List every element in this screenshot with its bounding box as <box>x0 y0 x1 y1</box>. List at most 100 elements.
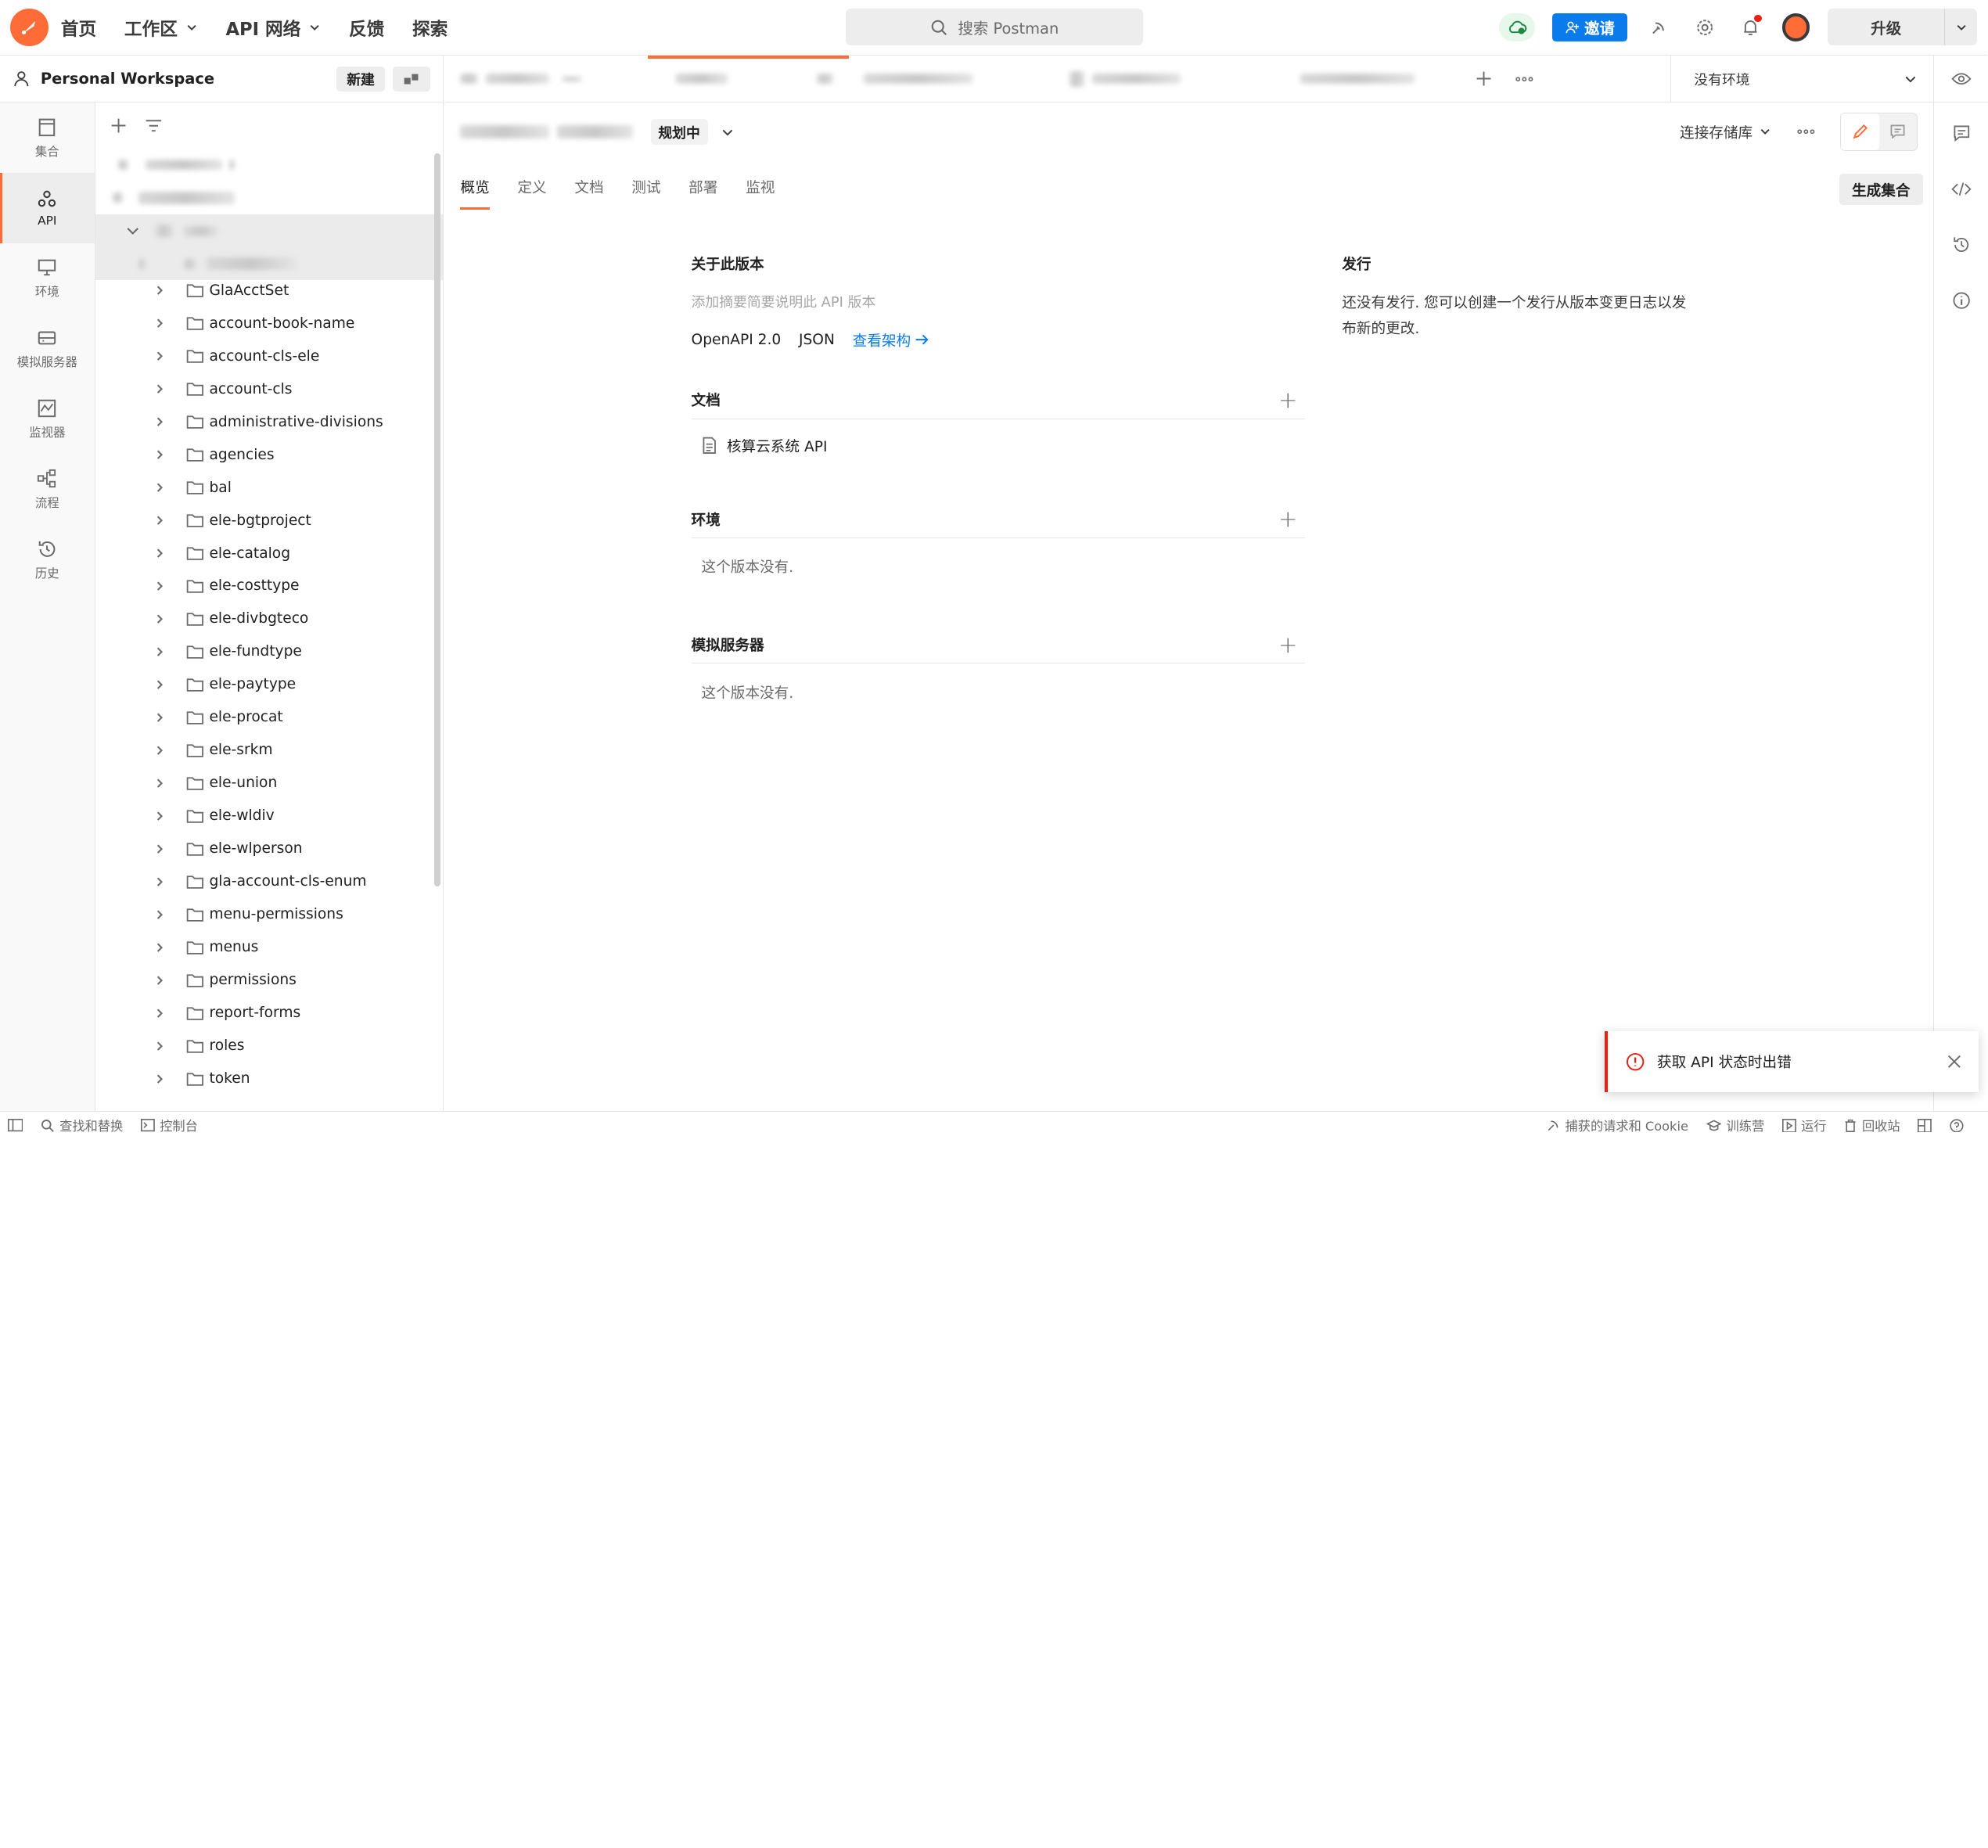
folder-item[interactable]: menus <box>95 931 444 964</box>
generate-collection-button[interactable]: 生成集合 <box>1839 174 1923 206</box>
tab-redacted[interactable] <box>1260 56 1465 102</box>
chevron-right-icon[interactable] <box>153 415 171 428</box>
subtab-item[interactable]: 概览 <box>460 176 490 210</box>
new-tab-plus-icon[interactable] <box>1470 65 1498 93</box>
sidebar-item-history[interactable]: 历史 <box>0 525 95 595</box>
subtab-item[interactable]: 测试 <box>631 176 660 197</box>
nav-api-network[interactable]: API 网络 <box>225 15 321 41</box>
subtab-item[interactable]: 定义 <box>517 176 546 197</box>
chevron-right-icon[interactable] <box>153 350 171 362</box>
invite-button[interactable]: 邀请 <box>1552 13 1628 41</box>
code-icon[interactable] <box>1933 161 1988 217</box>
sidebar-item-mock-server[interactable]: 模拟服务器 <box>0 314 95 384</box>
summary-placeholder[interactable]: 添加摘要简要说明此 API 版本 <box>692 291 1306 311</box>
tab-redacted[interactable] <box>849 56 1055 102</box>
sidebar-item-collections[interactable]: 集合 <box>0 102 95 173</box>
folder-item[interactable]: ele-srkm <box>95 734 444 767</box>
eye-icon[interactable] <box>1933 56 1988 103</box>
comments-icon[interactable] <box>1933 106 1988 161</box>
sidebar-item-environments[interactable]: 环境 <box>0 243 95 314</box>
chevron-right-icon[interactable] <box>153 514 171 527</box>
chevron-right-icon[interactable] <box>153 744 171 757</box>
gear-icon[interactable] <box>1691 13 1719 41</box>
folder-item[interactable]: ele-catalog <box>95 537 444 570</box>
tree-item-selected-redacted[interactable] <box>95 214 444 248</box>
layout-icon[interactable] <box>1918 1118 1932 1133</box>
folder-item[interactable]: ele-divbgteco <box>95 602 444 635</box>
chevron-right-icon[interactable] <box>153 547 171 559</box>
view-schema-link[interactable]: 查看架构 <box>853 329 929 351</box>
chevron-down-icon[interactable] <box>1944 9 1977 46</box>
sidebar-item-monitor[interactable]: 监视器 <box>0 384 95 455</box>
tree-filter-input[interactable] <box>145 112 430 140</box>
chevron-right-icon[interactable] <box>153 875 171 888</box>
bell-icon[interactable] <box>1736 13 1764 41</box>
tab-redacted-active[interactable] <box>648 56 849 102</box>
add-environment-plus-icon[interactable]: + <box>1278 505 1297 532</box>
folder-item[interactable]: ele-fundtype <box>95 635 444 668</box>
folder-item[interactable]: ele-union <box>95 767 444 800</box>
more-icon[interactable] <box>1797 129 1815 135</box>
folder-item[interactable]: ele-bgtproject <box>95 504 444 537</box>
avatar[interactable] <box>1781 13 1810 41</box>
close-icon[interactable] <box>1947 1055 1961 1069</box>
folder-item[interactable]: account-book-name <box>95 307 444 340</box>
chevron-down-icon[interactable] <box>721 125 735 139</box>
tree-scrollbar[interactable] <box>434 153 441 887</box>
chevron-right-icon[interactable] <box>153 810 171 822</box>
edit-pencil-icon[interactable] <box>1840 113 1879 150</box>
subtab-item[interactable]: 监视 <box>746 176 775 197</box>
folder-item[interactable]: roles <box>95 1030 444 1062</box>
chevron-right-icon[interactable] <box>153 613 171 625</box>
upgrade-button[interactable]: 升级 <box>1828 9 1978 46</box>
chevron-right-icon[interactable] <box>153 678 171 691</box>
folder-item[interactable]: report-forms <box>95 997 444 1030</box>
folder-item[interactable]: ele-wldiv <box>95 800 444 832</box>
bootcamp-button[interactable]: 训练营 <box>1706 1116 1764 1134</box>
find-replace-button[interactable]: 查找和替换 <box>41 1116 123 1134</box>
folder-item[interactable]: administrative-divisions <box>95 405 444 438</box>
folder-item[interactable]: ele-wlperson <box>95 832 444 865</box>
tree-item-redacted[interactable] <box>95 182 444 214</box>
folder-item[interactable]: permissions <box>95 964 444 997</box>
folder-item[interactable]: ele-procat <box>95 701 444 734</box>
nav-explore[interactable]: 探索 <box>412 15 448 41</box>
subtab-item[interactable]: 部署 <box>688 176 717 197</box>
info-icon[interactable] <box>1933 273 1988 329</box>
console-button[interactable]: 控制台 <box>140 1116 198 1134</box>
folder-item[interactable]: gla-account-cls-enum <box>95 865 444 898</box>
chevron-right-icon[interactable] <box>153 777 171 789</box>
add-mock-plus-icon[interactable]: + <box>1278 631 1297 658</box>
sidebar-item-flows[interactable]: 流程 <box>0 455 95 525</box>
folder-item[interactable]: menu-permissions <box>95 898 444 931</box>
docs-item[interactable]: 核算云系统 API <box>692 419 1306 473</box>
folder-item[interactable]: account-cls-ele <box>95 340 444 372</box>
comment-view-icon[interactable] <box>1879 113 1918 150</box>
chevron-right-icon[interactable] <box>153 645 171 658</box>
chevron-right-icon[interactable] <box>153 711 171 724</box>
folder-item[interactable]: account-cls <box>95 372 444 405</box>
runner-button[interactable]: 运行 <box>1781 1116 1827 1134</box>
subtab-item[interactable]: 文档 <box>574 176 603 197</box>
sync-status-icon[interactable] <box>1499 13 1535 41</box>
nav-home[interactable]: 首页 <box>61 15 96 41</box>
folder-item[interactable]: token <box>95 1062 444 1095</box>
folder-item[interactable]: agencies <box>95 438 444 471</box>
add-docs-plus-icon[interactable]: + <box>1278 386 1297 413</box>
folder-item[interactable]: GlaAcctSet <box>95 274 444 307</box>
chevron-right-icon[interactable] <box>153 448 171 461</box>
chevron-right-icon[interactable] <box>153 1073 171 1085</box>
chevron-right-icon[interactable] <box>153 1040 171 1052</box>
chevron-right-icon[interactable] <box>153 974 171 987</box>
chevron-right-icon[interactable] <box>153 284 171 297</box>
chevron-right-icon[interactable] <box>153 843 171 855</box>
changelog-icon[interactable] <box>1933 217 1988 272</box>
chevron-right-icon[interactable] <box>153 941 171 954</box>
chevron-right-icon[interactable] <box>153 908 171 921</box>
tree-item-redacted[interactable] <box>95 149 444 182</box>
help-icon[interactable] <box>1950 1118 1964 1133</box>
plus-icon[interactable] <box>110 117 127 134</box>
global-search[interactable]: 搜索 Postman <box>846 9 1143 46</box>
chevron-right-icon[interactable] <box>153 317 171 329</box>
tab-redacted[interactable] <box>445 56 648 102</box>
